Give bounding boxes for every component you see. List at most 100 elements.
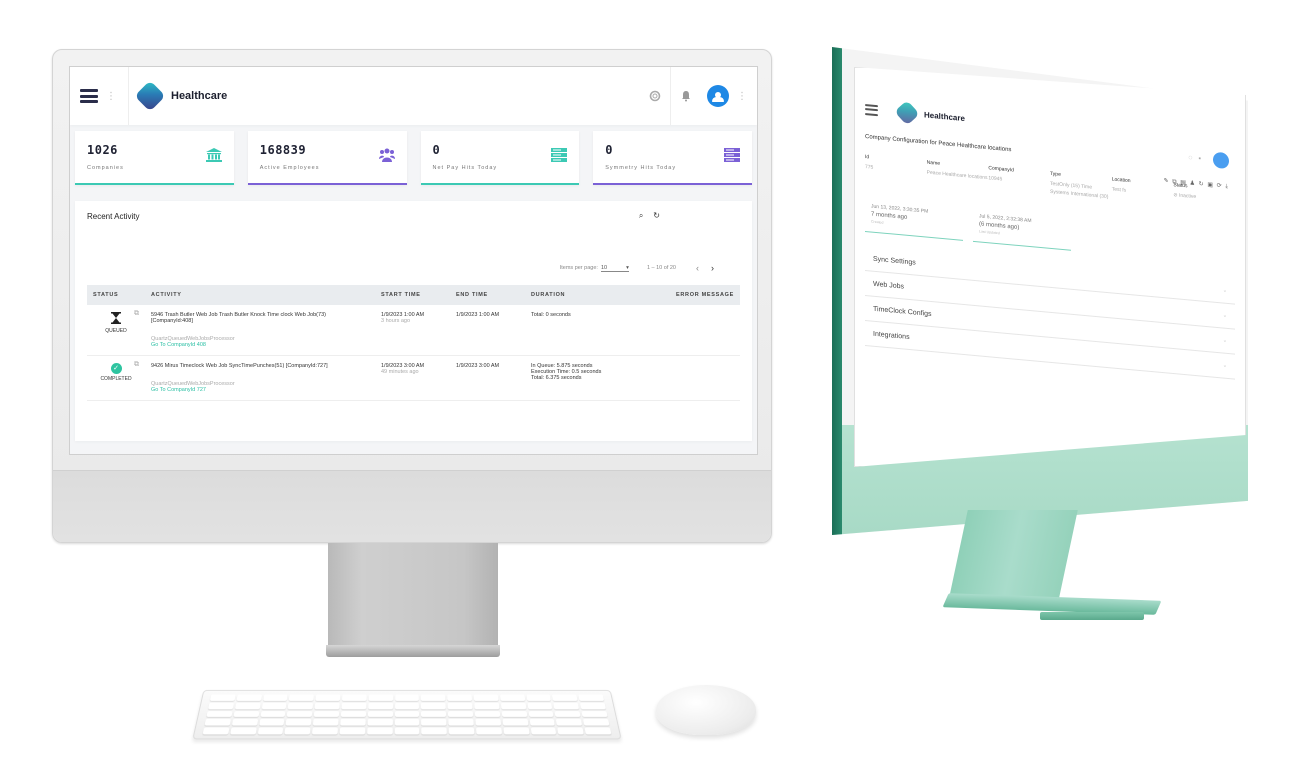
users-icon [378,148,395,162]
refresh-icon[interactable]: ↻ [653,211,660,221]
keyboard-key [554,710,581,718]
stat-card-active-employees[interactable]: 168839 Active Employees [247,131,407,185]
keyboard-key [284,727,311,735]
col-activity[interactable]: ACTIVITY [145,285,375,305]
right-monitor: Healthcare ◌ ▪ Company Configuration for… [832,47,1250,537]
help-lifebuoy-icon[interactable]: ◌ [1188,154,1192,161]
col-duration[interactable]: DURATION [525,285,642,305]
keyboard-key [367,719,393,726]
server-icon [724,148,740,162]
monitor-stand-base-edge [1040,612,1144,620]
monitor-chin [53,470,771,542]
keyboard-key [501,710,528,718]
keyboard-key [421,702,446,709]
stat-accent-bar [420,183,580,185]
table-row: QUEUED ⧉ 5946 Trash Butler Web Job Trash… [87,305,740,356]
keyboard-key [448,719,474,726]
stat-card-symmetry-hits[interactable]: 0 Symmetry Hits Today [593,131,752,185]
bell-icon[interactable]: ▪ [1199,155,1201,162]
user-avatar[interactable] [1213,151,1229,170]
monitor-stand-base [326,645,500,657]
keyboard-key [580,702,606,709]
user-menu-icon[interactable]: ⋮ [737,91,747,102]
keyboard-key [394,694,420,701]
field-location: Location Test fs [1111,176,1131,194]
copy-icon[interactable]: ⧉ [134,310,139,318]
check-circle-icon: ✓ [110,363,122,374]
keyboard-key [313,719,339,726]
monitor-stand [328,543,498,646]
keyboard-key [421,719,447,726]
brand-name: Healthcare [171,90,228,102]
items-per-page-label: Items per page: [559,265,598,271]
stat-value: 0 [432,143,441,157]
keyboard-key [475,719,501,726]
table-row: ✓ COMPLETED ⧉ 9426 Mirus Timeclock Web J… [87,355,740,401]
keyboard-key [553,702,580,709]
keyboard-key [421,727,448,735]
keyboard-key [578,694,605,701]
col-error-message[interactable]: ERROR MESSAGE [641,285,740,305]
col-end-time[interactable]: END TIME [450,285,525,305]
keyboard-key [421,710,447,718]
menu-icon[interactable] [865,103,878,116]
page-range: 1 – 10 of 20 [646,265,676,271]
divider [128,67,129,125]
keyboard-key [229,727,257,735]
stat-value: 0 [605,143,613,157]
panel-title: Recent Activity [87,211,140,221]
stat-label: Companies [87,165,124,171]
keyboard-key [474,702,500,709]
bell-icon[interactable] [679,89,693,103]
keyboard-key [394,702,420,709]
start-relative: 3 hours ago [381,318,411,324]
error-message [641,355,740,401]
keyboard-key [341,694,367,701]
keyboard-key [368,702,393,709]
keyboard-key [500,702,526,709]
keyboard-key [529,719,556,726]
stat-card-companies[interactable]: 1026 Companies [75,131,234,185]
items-per-page-select[interactable]: 10 ▾ [600,265,629,272]
prev-page-button[interactable]: ‹ [696,263,699,273]
keyboard-key [341,702,367,709]
stat-card-net-pay-hits[interactable]: 0 Net Pay Hits Today [420,131,580,185]
keyboard-key [262,694,288,701]
table-header-row: STATUS ACTIVITY START TIME END TIME DURA… [87,285,740,305]
more-icon[interactable]: ⋮ [106,91,116,102]
keyboard-key [527,702,553,709]
server-icon [551,148,568,162]
left-screen: ⋮ Healthcare ⋮ 1026 Companies 168839 Act… [69,66,758,455]
col-status[interactable]: STATUS [87,285,145,305]
keyboard-key [557,727,585,735]
company-link[interactable]: Go To CompanyId 408 [151,342,369,348]
keyboard-key [204,719,231,726]
field-type: Type TestOnly (15) Time Systems Internati… [1050,170,1109,201]
keyboard-key [202,727,230,735]
keyboard-key [233,710,260,718]
search-icon[interactable]: ⌕ [639,211,643,221]
menu-icon[interactable] [80,89,98,103]
keyboard-key [315,694,341,701]
help-lifebuoy-icon[interactable] [648,89,662,103]
logo-icon [894,100,920,126]
keyboard-key [503,727,530,735]
paginator: Items per page: 10 ▾ 1 – 10 of 20 ‹ › [87,263,740,273]
end-time: 1/9/2023 1:00 AM [456,312,500,318]
copy-icon[interactable]: ⧉ [134,361,139,369]
keyboard-key [447,702,473,709]
field-status: Status ⊘ Inactive [1173,182,1197,201]
keyboard-key [552,694,578,701]
col-start-time[interactable]: START TIME [375,285,450,305]
keyboard-key [447,694,473,701]
user-avatar[interactable] [701,85,729,107]
field-id: Id 775 [865,154,874,171]
company-link[interactable]: Go To CompanyId 727 [151,387,369,393]
keyboard-key [313,710,340,718]
next-page-button[interactable]: › [711,263,714,273]
chevron-down-icon: ⌄ [1222,337,1227,344]
keyboard-key [581,710,608,718]
keyboard-key [236,694,262,701]
brand-name: Healthcare [924,109,965,123]
keyboard-key [231,719,258,726]
